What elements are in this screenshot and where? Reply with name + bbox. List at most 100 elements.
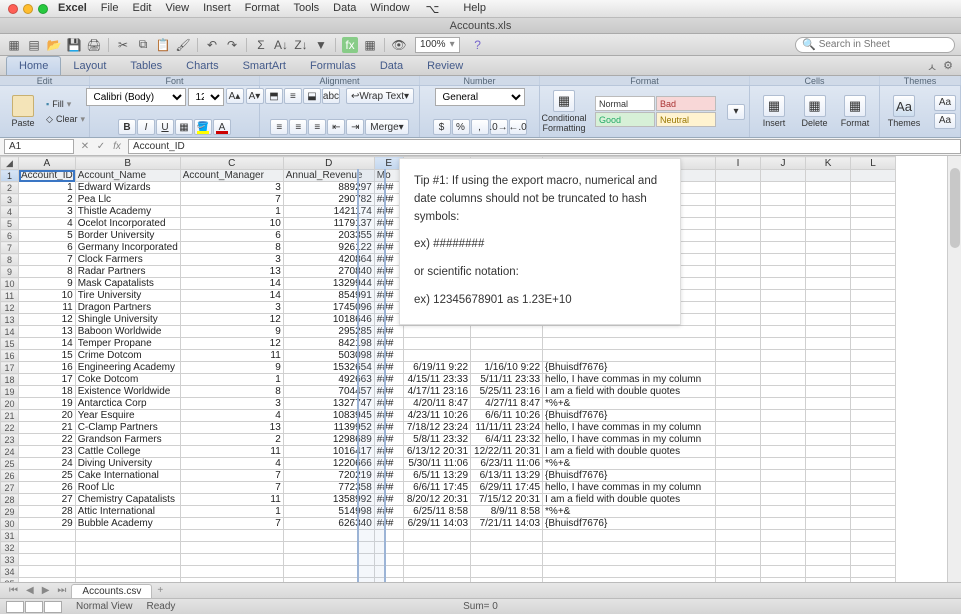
cell-A29[interactable]: 28 [19, 506, 76, 518]
col-header-L[interactable]: L [851, 157, 896, 170]
merge-button[interactable]: Merge ▾ [365, 119, 408, 135]
cell-D26[interactable]: 720219 [283, 470, 374, 482]
cell-A16[interactable]: 15 [19, 350, 76, 362]
cell-F20[interactable]: 4/20/11 8:47 [403, 398, 470, 410]
cell-E25[interactable]: ### [374, 458, 403, 470]
cell-D3[interactable]: 290782 [283, 194, 374, 206]
cell-C20[interactable]: 3 [180, 398, 283, 410]
cell-styles-gallery[interactable]: Normal Bad Good Neutral [595, 96, 716, 127]
chart-icon[interactable]: ▦ [362, 37, 378, 53]
cell-F23[interactable]: 5/8/11 23:32 [403, 434, 470, 446]
align-bottom-button[interactable]: ⬓ [303, 88, 321, 104]
font-name-select[interactable]: Calibri (Body) [86, 88, 186, 106]
cell-G17[interactable]: 1/16/10 9:22 [471, 362, 543, 374]
cell-C5[interactable]: 10 [180, 218, 283, 230]
cell-D29[interactable]: 514998 [283, 506, 374, 518]
row-header-22[interactable]: 22 [1, 422, 19, 434]
row-header-30[interactable]: 30 [1, 518, 19, 530]
menu-help[interactable]: Help [463, 2, 486, 16]
cell-B6[interactable]: Border University [75, 230, 180, 242]
theme-colors-button[interactable]: Aa [934, 95, 956, 111]
fx-icon[interactable]: fx [342, 37, 358, 53]
cell-A18[interactable]: 17 [19, 374, 76, 386]
cell-A6[interactable]: 5 [19, 230, 76, 242]
cell-F16[interactable] [403, 350, 470, 362]
cell-F26[interactable]: 6/5/11 13:29 [403, 470, 470, 482]
cell-D11[interactable]: 854991 [283, 290, 374, 302]
cell-D22[interactable]: 1139952 [283, 422, 374, 434]
cell-C13[interactable]: 12 [180, 314, 283, 326]
cell-B16[interactable]: Crime Dotcom [75, 350, 180, 362]
fill-button[interactable]: ▪Fill▾ [46, 97, 85, 111]
cell-C11[interactable]: 14 [180, 290, 283, 302]
cell-F25[interactable]: 5/30/11 11:06 [403, 458, 470, 470]
undo-icon[interactable]: ↶ [204, 37, 220, 53]
wrap-text-button[interactable]: ↩ Wrap Text ▾ [346, 88, 414, 104]
tab-formulas[interactable]: Formulas [298, 57, 368, 75]
row-header-16[interactable]: 16 [1, 350, 19, 362]
cell-A5[interactable]: 4 [19, 218, 76, 230]
cell-A27[interactable]: 26 [19, 482, 76, 494]
close-window-button[interactable] [8, 4, 18, 14]
cell-E15[interactable]: ### [374, 338, 403, 350]
cell-F14[interactable] [403, 326, 470, 338]
tab-home[interactable]: Home [6, 56, 61, 75]
row-header-32[interactable]: 32 [1, 542, 19, 554]
cell-B25[interactable]: Diving University [75, 458, 180, 470]
cell-H17[interactable]: {Bhuisdf7676} [543, 362, 716, 374]
cell-C15[interactable]: 12 [180, 338, 283, 350]
zoom-window-button[interactable] [38, 4, 48, 14]
cell-B23[interactable]: Grandson Farmers [75, 434, 180, 446]
fill-color-button[interactable]: 🪣 [194, 119, 212, 135]
cell-F27[interactable]: 6/6/11 17:45 [403, 482, 470, 494]
cell-G22[interactable]: 11/11/11 23:24 [471, 422, 543, 434]
cell-F19[interactable]: 4/17/11 23:16 [403, 386, 470, 398]
cell-H14[interactable] [543, 326, 716, 338]
decrease-decimal-button[interactable]: ←.0 [509, 119, 527, 135]
cell-A9[interactable]: 8 [19, 266, 76, 278]
cell-C10[interactable]: 14 [180, 278, 283, 290]
format-cells-button[interactable]: ▦Format [835, 95, 875, 128]
row-header-20[interactable]: 20 [1, 398, 19, 410]
cell-C2[interactable]: 3 [180, 182, 283, 194]
cell-F17[interactable]: 6/19/11 9:22 [403, 362, 470, 374]
cell-D23[interactable]: 1298689 [283, 434, 374, 446]
cell-H26[interactable]: {Bhuisdf7676} [543, 470, 716, 482]
search-in-sheet[interactable]: 🔍 [795, 37, 955, 53]
row-header-23[interactable]: 23 [1, 434, 19, 446]
cell-B22[interactable]: C-Clamp Partners [75, 422, 180, 434]
menu-edit[interactable]: Edit [132, 2, 151, 16]
col-header-C[interactable]: C [180, 157, 283, 170]
cell-A12[interactable]: 11 [19, 302, 76, 314]
cell-B2[interactable]: Edward Wizards [75, 182, 180, 194]
cell-F30[interactable]: 6/29/11 14:03 [403, 518, 470, 530]
cell-H21[interactable]: {Bhuisdf7676} [543, 410, 716, 422]
currency-button[interactable]: $ [433, 119, 451, 135]
row-header-13[interactable]: 13 [1, 314, 19, 326]
themes-button[interactable]: AaThemes [884, 95, 924, 128]
cell-G30[interactable]: 7/21/11 14:03 [471, 518, 543, 530]
row-header-4[interactable]: 4 [1, 206, 19, 218]
scrollbar-thumb[interactable] [950, 168, 960, 248]
cell-C1[interactable]: Account_Manager [180, 170, 283, 182]
zoom-dropdown[interactable]: 100% ▾ [415, 37, 460, 53]
menu-format[interactable]: Format [245, 2, 280, 16]
row-header-29[interactable]: 29 [1, 506, 19, 518]
cell-E22[interactable]: ### [374, 422, 403, 434]
menu-tools[interactable]: Tools [293, 2, 319, 16]
cell-G24[interactable]: 12/22/11 20:31 [471, 446, 543, 458]
row-header-8[interactable]: 8 [1, 254, 19, 266]
align-center-button[interactable]: ≡ [289, 119, 307, 135]
cell-G20[interactable]: 4/27/11 8:47 [471, 398, 543, 410]
sheet-nav-next[interactable]: ▶ [39, 585, 53, 596]
row-header-14[interactable]: 14 [1, 326, 19, 338]
cell-C25[interactable]: 4 [180, 458, 283, 470]
cell-B8[interactable]: Clock Farmers [75, 254, 180, 266]
cell-G28[interactable]: 7/15/12 20:31 [471, 494, 543, 506]
cell-A25[interactable]: 24 [19, 458, 76, 470]
cell-D12[interactable]: 1745096 [283, 302, 374, 314]
cell-D25[interactable]: 1220666 [283, 458, 374, 470]
cell-D18[interactable]: 492663 [283, 374, 374, 386]
paste-icon[interactable]: 📋 [155, 37, 171, 53]
cell-C29[interactable]: 1 [180, 506, 283, 518]
